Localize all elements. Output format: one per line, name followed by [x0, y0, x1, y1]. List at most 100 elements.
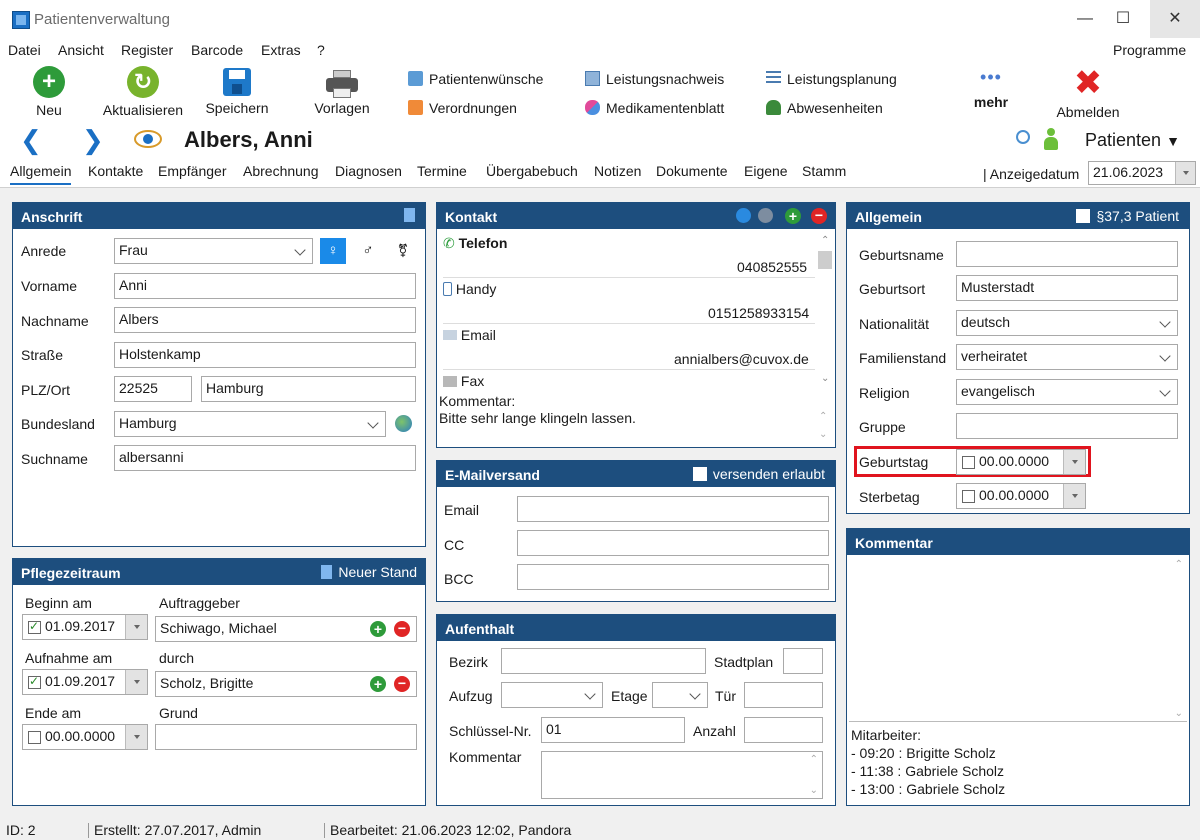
search-icon[interactable]: [1016, 130, 1030, 144]
nachname-field[interactable]: Albers: [114, 307, 416, 333]
ende-date[interactable]: 00.00.0000: [22, 724, 148, 750]
anrede-select[interactable]: Frau: [114, 238, 313, 264]
close-button[interactable]: ✕: [1150, 0, 1200, 38]
arrow-up-icon[interactable]: [758, 208, 773, 223]
abwesenheiten-button[interactable]: Abwesenheiten: [766, 100, 883, 116]
menu-help[interactable]: ?: [317, 42, 325, 58]
stadtplan-field[interactable]: [783, 648, 823, 674]
aktualisieren-button[interactable]: ↻ Aktualisieren: [98, 66, 188, 118]
remove-icon[interactable]: −: [394, 676, 410, 692]
grund-field[interactable]: [155, 724, 417, 750]
add-icon[interactable]: +: [370, 676, 386, 692]
emailversand-email-field[interactable]: [517, 496, 829, 522]
sterbetag-date[interactable]: 00.00.0000: [956, 483, 1086, 509]
menu-programme[interactable]: Programme: [1113, 42, 1186, 58]
beginn-date[interactable]: 01.09.2017: [22, 614, 148, 640]
geburtstag-date[interactable]: 00.00.0000: [956, 449, 1086, 475]
comment-scroll-down[interactable]: ⌄: [819, 429, 827, 440]
strasse-field[interactable]: Holstenkamp: [114, 342, 416, 368]
copy-icon[interactable]: [404, 208, 415, 222]
contact-scrollbar[interactable]: ⌃ ⌄: [817, 233, 833, 389]
anzahl-field[interactable]: [744, 717, 823, 743]
medikamentenblatt-button[interactable]: Medikamentenblatt: [585, 100, 724, 116]
menu-datei[interactable]: Datei: [8, 42, 41, 58]
person-icon[interactable]: [1044, 128, 1058, 150]
bezirk-field[interactable]: [501, 648, 706, 674]
durch-field[interactable]: Scholz, Brigitte + −: [155, 671, 417, 697]
arrow-down-icon[interactable]: [736, 208, 751, 223]
vorname-field[interactable]: Anni: [114, 273, 416, 299]
add-icon[interactable]: +: [785, 208, 801, 224]
tab-termine[interactable]: Termine: [417, 163, 467, 179]
mehr-button[interactable]: ••• mehr: [966, 68, 1016, 110]
geburtsname-field[interactable]: [956, 241, 1178, 267]
aufenthalt-kommentar-field[interactable]: ⌃ ⌄: [541, 751, 823, 799]
religion-select[interactable]: evangelisch: [956, 379, 1178, 405]
nationalitaet-select[interactable]: deutsch: [956, 310, 1178, 336]
kontakt-header: Kontakt + −: [437, 203, 835, 229]
tab-stamm[interactable]: Stamm: [802, 163, 846, 179]
menu-register[interactable]: Register: [121, 42, 173, 58]
verordnungen-button[interactable]: Verordnungen: [408, 100, 517, 116]
auftraggeber-field[interactable]: Schiwago, Michael + −: [155, 616, 417, 642]
vorlagen-button[interactable]: Vorlagen: [306, 66, 378, 116]
neuer-stand-button[interactable]: Neuer Stand: [321, 564, 417, 580]
aufnahme-date[interactable]: 01.09.2017: [22, 669, 148, 695]
tab-dokumente[interactable]: Dokumente: [656, 163, 728, 179]
schluessel-field[interactable]: 01: [541, 717, 685, 743]
chevron-left-icon[interactable]: ❮: [20, 127, 42, 153]
suchname-field[interactable]: albersanni: [114, 445, 416, 471]
eye-icon[interactable]: [134, 130, 162, 148]
versenden-checkbox[interactable]: versenden erlaubt: [692, 466, 825, 482]
menu-barcode[interactable]: Barcode: [191, 42, 243, 58]
female-icon[interactable]: ♀: [320, 238, 346, 264]
etage-select[interactable]: [652, 682, 708, 708]
neu-button[interactable]: + Neu: [24, 66, 74, 118]
tab-empfaenger[interactable]: Empfänger: [158, 163, 226, 179]
email-value[interactable]: annialbers@cuvox.de: [674, 351, 809, 367]
tab-allgemein[interactable]: Allgemein: [10, 163, 72, 185]
familienstand-select[interactable]: verheiratet: [956, 344, 1178, 370]
p37-checkbox[interactable]: §37,3 Patient: [1076, 208, 1179, 224]
kommentar-textarea[interactable]: ⌃ ⌄: [849, 557, 1187, 722]
globe-icon[interactable]: [395, 415, 412, 432]
tab-diagnosen[interactable]: Diagnosen: [335, 163, 402, 179]
aufzug-select[interactable]: [501, 682, 603, 708]
tab-eigene[interactable]: Eigene: [744, 163, 788, 179]
geburtsort-field[interactable]: Musterstadt: [956, 275, 1178, 301]
patientenwuensche-button[interactable]: Patientenwünsche: [408, 71, 543, 87]
tab-abrechnung[interactable]: Abrechnung: [243, 163, 319, 179]
tab-notizen[interactable]: Notizen: [594, 163, 641, 179]
menu-ansicht[interactable]: Ansicht: [58, 42, 104, 58]
patienten-dropdown[interactable]: Patienten ▼: [1085, 130, 1180, 151]
male-icon[interactable]: ♂: [358, 238, 378, 264]
maximize-button[interactable]: ☐: [1100, 0, 1146, 38]
add-icon[interactable]: +: [370, 621, 386, 637]
remove-icon[interactable]: −: [394, 621, 410, 637]
remove-icon[interactable]: −: [811, 208, 827, 224]
bcc-field[interactable]: [517, 564, 829, 590]
patient-nav-row: ❮ ❯ Albers, Anni Patienten ▼: [0, 124, 1200, 158]
plus-icon: +: [33, 66, 65, 98]
diverse-icon[interactable]: ⚧: [393, 238, 413, 264]
menu-extras[interactable]: Extras: [261, 42, 301, 58]
gruppe-field[interactable]: [956, 413, 1178, 439]
speichern-button[interactable]: Speichern: [202, 66, 272, 116]
telefon-value[interactable]: 040852555: [737, 259, 807, 275]
abmelden-button[interactable]: ✖ Abmelden: [1052, 66, 1124, 120]
tab-uebergabebuch[interactable]: Übergabebuch: [486, 163, 578, 179]
anzeigedatum-field[interactable]: 21.06.2023: [1088, 161, 1196, 185]
handy-value[interactable]: 0151258933154: [708, 305, 809, 321]
tuer-field[interactable]: [744, 682, 823, 708]
chevron-right-icon[interactable]: ❯: [82, 127, 104, 153]
comment-scroll-up[interactable]: ⌃: [819, 411, 827, 422]
leistungsnachweis-button[interactable]: Leistungsnachweis: [585, 71, 724, 87]
kontakt-kommentar[interactable]: Bitte sehr lange klingeln lassen.: [439, 410, 636, 426]
tab-bar: Allgemein Kontakte Empfänger Abrechnung …: [0, 158, 1200, 188]
tab-kontakte[interactable]: Kontakte: [88, 163, 143, 179]
ort-field[interactable]: Hamburg: [201, 376, 416, 402]
leistungsplanung-button[interactable]: Leistungsplanung: [766, 71, 897, 87]
bundesland-select[interactable]: Hamburg: [114, 411, 386, 437]
plz-field[interactable]: 22525: [114, 376, 192, 402]
cc-field[interactable]: [517, 530, 829, 556]
